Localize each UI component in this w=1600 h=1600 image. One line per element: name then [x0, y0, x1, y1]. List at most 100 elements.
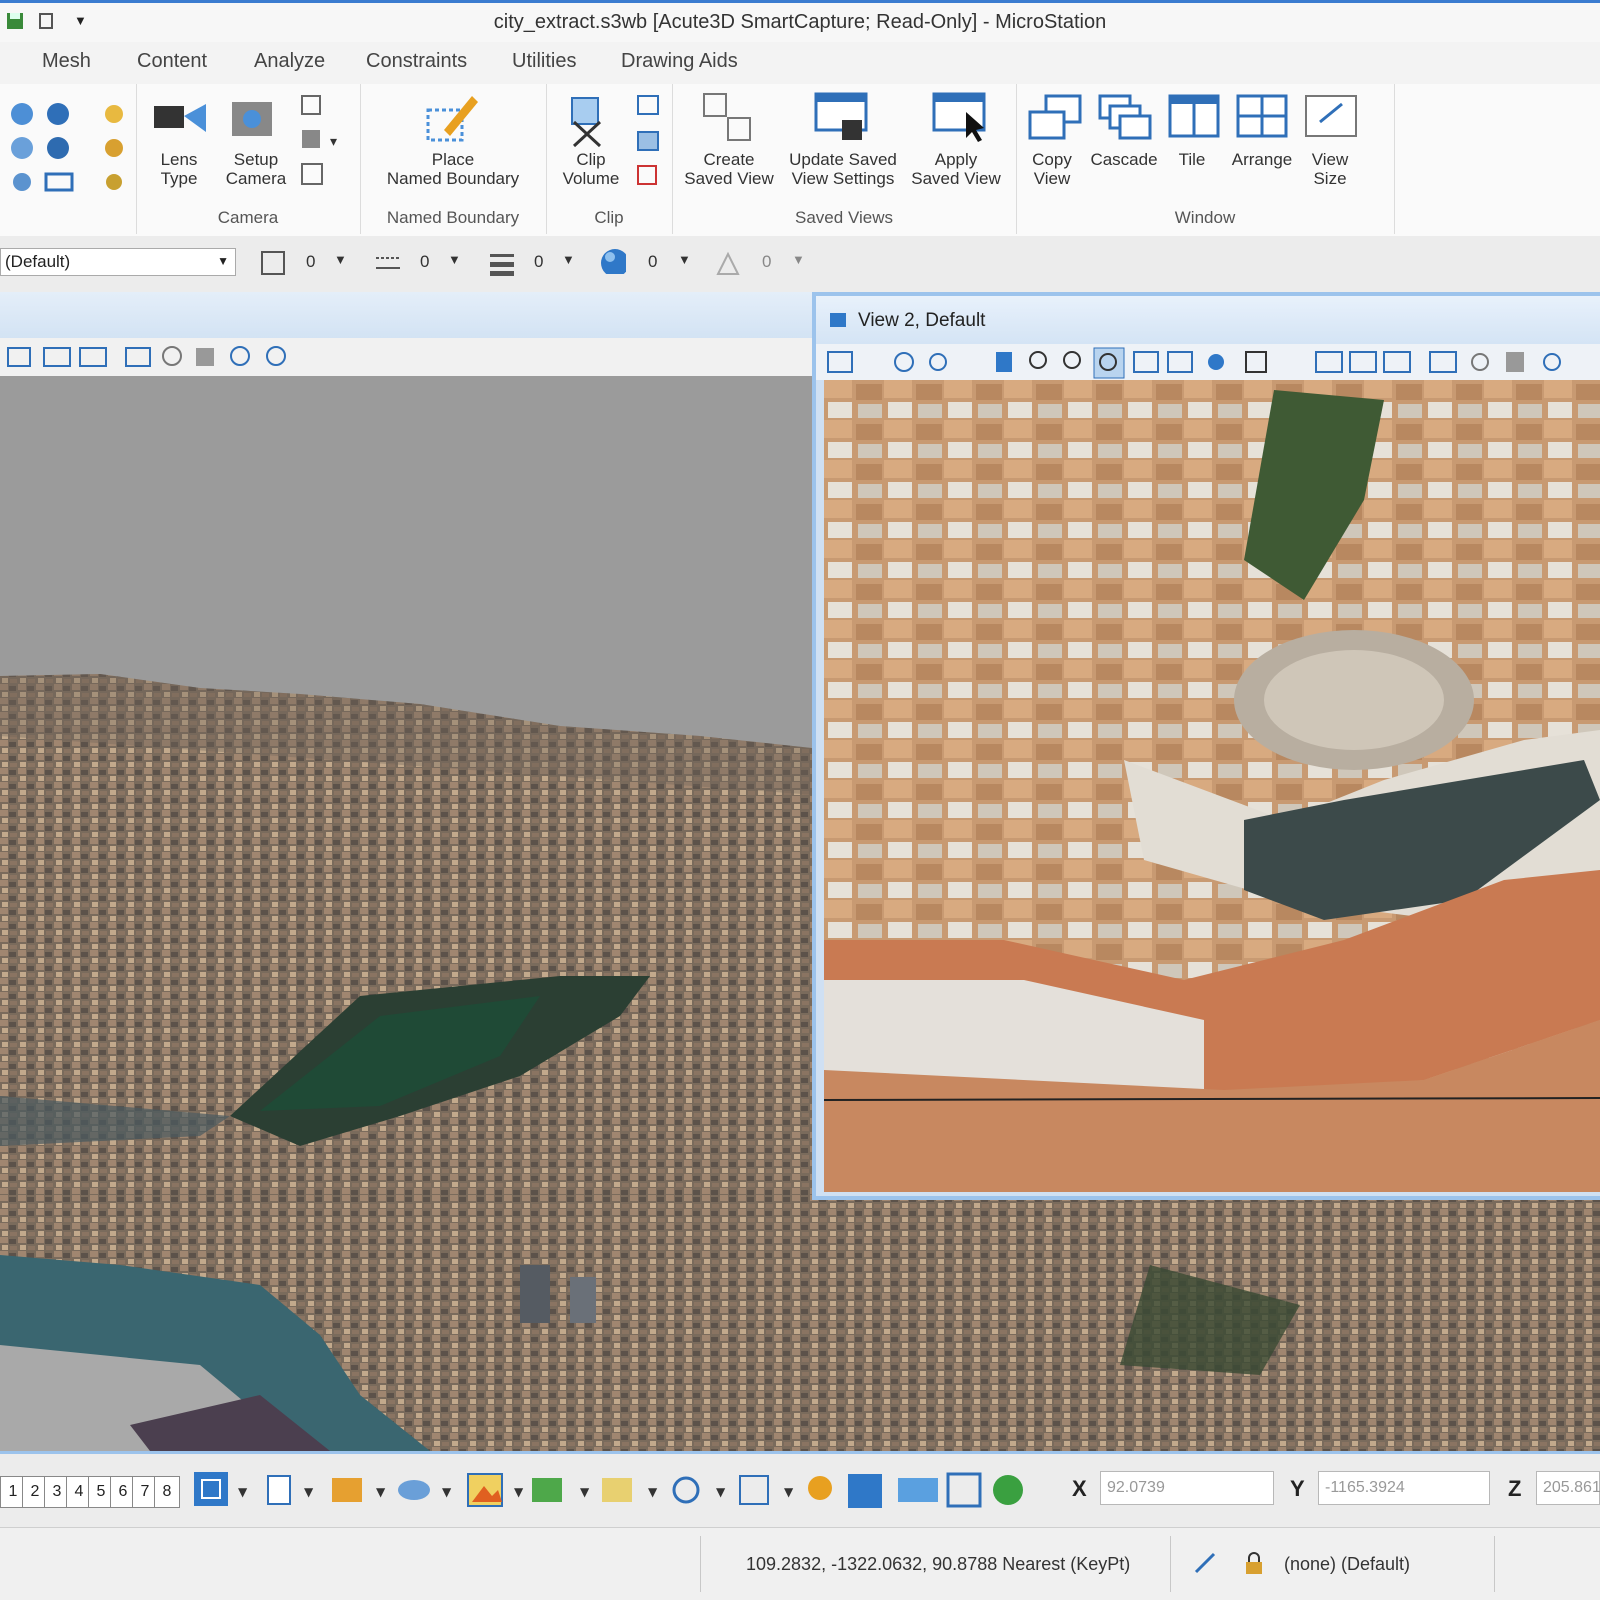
view2-title: View 2, Default: [858, 310, 986, 331]
color-icon[interactable]: [258, 248, 286, 276]
arrange-button[interactable]: Arrange: [1224, 150, 1300, 169]
clip-volume-icon[interactable]: [566, 92, 612, 148]
ribbon-tabs: Mesh Content Analyze Constraints Utiliti…: [0, 42, 1600, 84]
close-up-mesh-view: [824, 380, 1600, 1192]
chevron-down-icon[interactable]: ▼: [678, 252, 691, 267]
coastline-mesh-view: [0, 1195, 1600, 1451]
view-orientation-icons[interactable]: [4, 92, 134, 192]
view-button-8[interactable]: 8: [154, 1476, 180, 1508]
ribbon: Lens Type Setup Camera ▾ Camera Place Na…: [0, 84, 1600, 237]
view1-tool-icons[interactable]: [0, 338, 300, 376]
svg-text:▼: ▼: [376, 1485, 386, 1499]
bottom-tool-icons[interactable]: ▼ ▼ ▼ ▼ ▼ ▼ ▼ ▼ ▼: [192, 1468, 1052, 1512]
view2-title-bar[interactable]: View 2, Default: [816, 296, 1600, 344]
clip-small-tools-icon[interactable]: [632, 92, 668, 192]
line-style-value: 0: [420, 252, 430, 271]
update-saved-view-settings-button[interactable]: Update Saved View Settings: [782, 150, 904, 188]
level-combo-value: (Default): [5, 252, 71, 271]
priority-value: 0: [762, 252, 772, 271]
color-value: 0: [306, 252, 316, 271]
view1-title-bar: [0, 292, 830, 338]
svg-text:▼: ▼: [784, 1485, 794, 1499]
view2-tool-icons[interactable]: [816, 344, 1600, 380]
tab-mesh[interactable]: Mesh: [42, 50, 91, 73]
tab-utilities[interactable]: Utilities: [512, 50, 576, 73]
tab-analyze[interactable]: Analyze: [254, 50, 325, 73]
copy-view-button[interactable]: Copy View: [1022, 150, 1082, 188]
apply-saved-view-button[interactable]: Apply Saved View: [904, 150, 1008, 188]
view1-lower-canvas[interactable]: [0, 1195, 1600, 1451]
z-label: Z: [1508, 1476, 1522, 1501]
view-size-button[interactable]: View Size: [1300, 150, 1360, 188]
ribbon-group-views: [0, 84, 137, 234]
setup-camera-icon[interactable]: [228, 94, 276, 142]
window-title: city_extract.s3wb [Acute3D SmartCapture;…: [493, 11, 1107, 33]
tile-button[interactable]: Tile: [1162, 150, 1222, 169]
clip-group-label: Clip: [594, 208, 624, 227]
y-coordinate-field[interactable]: -1165.3924: [1318, 1471, 1490, 1505]
chevron-down-icon[interactable]: ▼: [562, 252, 575, 267]
view-window-icon: [830, 313, 846, 327]
tile-icon[interactable]: [1166, 92, 1222, 146]
svg-text:▼: ▼: [442, 1485, 452, 1499]
attributes-toolbar: (Default) ▼ 0 ▼ 0 ▼ 0 ▼ 0 ▼ 0 ▼: [0, 236, 1600, 293]
tab-content[interactable]: Content: [137, 50, 207, 73]
title-bar: ▼ city_extract.s3wb [Acute3D SmartCaptur…: [0, 0, 1600, 42]
level-combo[interactable]: (Default) ▼: [0, 248, 236, 276]
lens-type-button[interactable]: Lens Type: [144, 150, 214, 188]
active-level-text[interactable]: (none) (Default): [1284, 1554, 1410, 1575]
cascade-icon[interactable]: [1096, 92, 1156, 146]
ribbon-group-named-boundary: Place Named Boundary Named Boundary: [360, 84, 547, 234]
svg-text:▼: ▼: [304, 1485, 314, 1499]
line-style-icon[interactable]: [372, 248, 400, 276]
x-coordinate-field[interactable]: 92.0739: [1100, 1471, 1274, 1505]
ribbon-group-saved-views: Create Saved View Update Saved View Sett…: [672, 84, 1017, 234]
snap-mode-icon[interactable]: [1192, 1550, 1220, 1578]
transparency-globe-icon[interactable]: [598, 246, 626, 274]
clip-volume-button[interactable]: Clip Volume: [554, 150, 628, 188]
tab-drawing-aids[interactable]: Drawing Aids: [621, 50, 738, 73]
copy-view-icon[interactable]: [1026, 92, 1086, 146]
snap-readout: 109.2832, -1322.0632, 90.8788 Nearest (K…: [746, 1554, 1131, 1574]
view1-toolbar: [0, 338, 830, 377]
create-saved-view-button[interactable]: Create Saved View: [674, 150, 784, 188]
priority-icon[interactable]: [712, 248, 740, 276]
status-bar: 109.2832, -1322.0632, 90.8788 Nearest (K…: [0, 1527, 1600, 1600]
lens-camera-icon[interactable]: [152, 96, 212, 140]
line-weight-value: 0: [534, 252, 544, 271]
svg-text:▼: ▼: [716, 1485, 726, 1499]
svg-text:▼: ▼: [648, 1485, 658, 1499]
z-coordinate-field[interactable]: 205.8619: [1536, 1471, 1600, 1505]
chevron-down-icon[interactable]: ▼: [448, 252, 461, 267]
view-size-icon[interactable]: [1302, 92, 1360, 146]
svg-text:▼: ▼: [580, 1485, 590, 1499]
bottom-toolbar: 1 2 3 4 5 6 7 8 ▼ ▼ ▼ ▼ ▼ ▼ ▼ ▼ ▼ X 92.0…: [0, 1451, 1600, 1527]
status-divider: [700, 1536, 701, 1592]
update-saved-view-icon[interactable]: [812, 90, 872, 146]
window-group-label: Window: [1174, 208, 1236, 227]
create-saved-view-icon[interactable]: [698, 90, 758, 146]
chevron-down-icon[interactable]: ▼: [792, 252, 805, 267]
lock-icon[interactable]: [1240, 1550, 1268, 1578]
line-weight-icon[interactable]: [486, 248, 514, 276]
camera-small-tools-icon[interactable]: ▾: [298, 92, 348, 192]
status-divider: [1494, 1536, 1495, 1592]
named-boundary-group-label: Named Boundary: [386, 208, 520, 227]
svg-text:▼: ▼: [514, 1485, 524, 1499]
svg-text:▾: ▾: [330, 134, 337, 150]
ribbon-group-window: Copy View Cascade Tile Arrange View Size…: [1016, 84, 1395, 234]
view2-toolbar: [816, 344, 1600, 380]
setup-camera-button[interactable]: Setup Camera: [216, 150, 296, 188]
place-named-boundary-icon[interactable]: [422, 90, 482, 146]
x-label: X: [1072, 1476, 1087, 1501]
place-named-boundary-button[interactable]: Place Named Boundary: [360, 150, 546, 188]
tab-constraints[interactable]: Constraints: [366, 50, 467, 73]
view2-canvas[interactable]: [824, 380, 1600, 1192]
apply-saved-view-icon[interactable]: [930, 90, 990, 146]
y-label: Y: [1290, 1476, 1305, 1501]
arrange-icon[interactable]: [1234, 92, 1290, 146]
saved-views-group-label: Saved Views: [795, 208, 893, 227]
cascade-button[interactable]: Cascade: [1084, 150, 1164, 169]
chevron-down-icon: ▼: [217, 254, 229, 268]
chevron-down-icon[interactable]: ▼: [334, 252, 347, 267]
